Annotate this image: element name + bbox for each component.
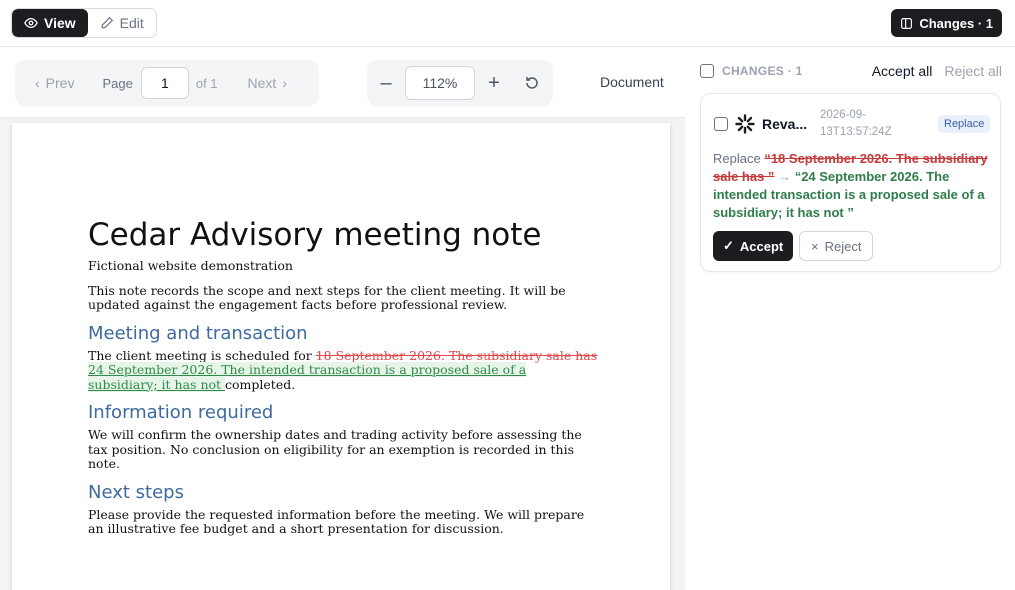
reject-change-button[interactable]: × Reject — [799, 231, 874, 261]
check-icon: ✓ — [723, 238, 734, 253]
pencil-icon — [101, 16, 113, 29]
zoom-level-field[interactable]: 112% — [405, 66, 475, 100]
change-type-badge: Replace — [938, 115, 991, 133]
reject-label: Reject — [824, 238, 862, 254]
sidebar-panel-icon — [901, 17, 913, 29]
zoom-group: – 112% + — [367, 60, 553, 106]
mode-toggle-group: View Edit — [11, 8, 157, 38]
minus-icon: – — [380, 71, 392, 94]
prev-label: Prev — [45, 75, 75, 91]
accept-all-button[interactable]: Accept all — [872, 63, 933, 79]
page-number-input[interactable]: 1 — [140, 67, 189, 99]
change-action-word: Replace — [713, 151, 761, 166]
doc-subtitle: Fictional website demonstration — [88, 258, 293, 273]
chevron-right-icon: › — [282, 75, 287, 91]
changes-toggle-label: Changes · 1 — [919, 15, 993, 31]
view-mode-button[interactable]: View — [12, 9, 88, 37]
section-heading: Next steps — [88, 481, 184, 503]
section-paragraph: The client meeting is scheduled for 18 S… — [88, 347, 598, 393]
changes-count-label: CHANGES · 1 — [722, 64, 803, 78]
document-view-label[interactable]: Document — [600, 74, 664, 90]
accept-change-button[interactable]: ✓ Accept — [713, 231, 794, 261]
changes-panel-header: CHANGES · 1 Accept all Reject all — [700, 62, 1002, 80]
chevron-left-icon: ‹ — [35, 75, 40, 91]
top-bar: View Edit Changes · 1 — [0, 0, 1015, 47]
change-author: Reva... — [762, 116, 808, 132]
change-description: Replace “18 September 2026. The subsidia… — [713, 150, 989, 222]
page-label: Page — [102, 75, 133, 91]
zoom-in-button[interactable]: + — [475, 64, 513, 102]
document-toolbar: ‹ Prev Page 1 of 1 Next › – 112% + Docum… — [0, 48, 685, 118]
change-select-checkbox[interactable] — [714, 117, 728, 131]
section-paragraph: Please provide the requested information… — [88, 506, 585, 536]
change-timestamp: 2026-09-13T13:57:24Z — [820, 109, 892, 138]
document-page: Cedar Advisory meeting note Fictional we… — [12, 123, 670, 590]
next-label: Next — [247, 75, 277, 91]
change-card: Reva... 2026-09-13T13:57:24Z Replace Rep… — [700, 93, 1001, 272]
reject-all-button[interactable]: Reject all — [944, 63, 1002, 79]
page-count-label: of 1 — [195, 75, 218, 91]
section-paragraph: We will confirm the ownership dates and … — [88, 427, 582, 471]
doc-intro: This note records the scope and next ste… — [88, 282, 566, 312]
rotate-icon — [526, 77, 538, 89]
paragraph-text: completed. — [225, 376, 296, 392]
reset-zoom-button[interactable] — [513, 64, 551, 102]
section-heading: Information required — [88, 402, 274, 423]
eye-icon — [24, 17, 38, 29]
view-mode-label: View — [44, 15, 76, 31]
edit-mode-button[interactable]: Edit — [88, 9, 156, 37]
edit-mode-label: Edit — [119, 15, 144, 31]
page-viewport[interactable]: Cedar Advisory meeting note Fictional we… — [0, 119, 685, 590]
changes-panel-toggle[interactable]: Changes · 1 — [891, 9, 1002, 37]
tracked-insertion[interactable]: 24 September 2026. The intended transact… — [88, 362, 527, 392]
doc-title: Cedar Advisory meeting note — [88, 217, 542, 253]
page-content: Cedar Advisory meeting note Fictional we… — [88, 217, 598, 545]
pagination-group: ‹ Prev Page 1 of 1 Next › — [15, 60, 319, 106]
prev-page-button[interactable]: ‹ Prev — [35, 75, 74, 91]
accept-label: Accept — [739, 238, 784, 254]
section-heading: Meeting and transaction — [88, 322, 308, 344]
plus-icon: + — [488, 71, 500, 94]
document-area: ‹ Prev Page 1 of 1 Next › – 112% + Docum… — [0, 48, 685, 590]
reviewer-avatar-icon — [735, 114, 755, 134]
select-all-checkbox[interactable] — [700, 64, 714, 78]
close-icon: × — [811, 238, 819, 254]
arrow-right-icon: → — [778, 169, 792, 184]
paragraph-text: The client meeting is scheduled for — [88, 347, 316, 363]
next-page-button[interactable]: Next › — [248, 75, 287, 91]
tracked-deletion[interactable]: 18 September 2026. The subsidiary sale h… — [316, 348, 597, 363]
changes-panel: CHANGES · 1 Accept all Reject all Reva..… — [686, 48, 1015, 590]
zoom-out-button[interactable]: – — [367, 64, 405, 102]
